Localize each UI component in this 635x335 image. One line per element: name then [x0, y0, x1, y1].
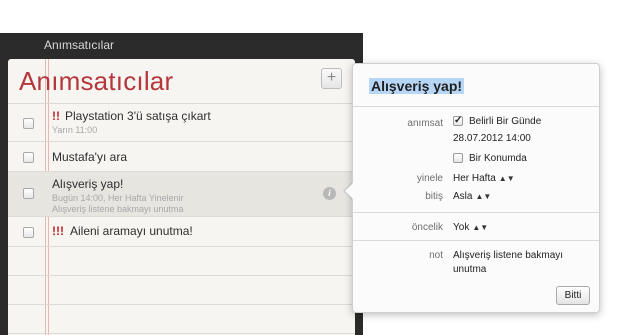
at-location-label: Bir Konumda: [469, 153, 527, 164]
add-reminder-button[interactable]: +: [321, 68, 342, 89]
reminder-due: Yarın 11:00: [52, 125, 98, 135]
list-title: Anımsatıcılar: [19, 66, 174, 96]
end-value: Asla: [453, 191, 473, 202]
priority-marker: !!: [52, 109, 60, 123]
info-icon[interactable]: i: [323, 187, 336, 200]
priority-label: öncelik: [411, 222, 443, 233]
stepper-icon: ▲▼: [475, 192, 492, 201]
priority-value: Yok: [453, 222, 470, 233]
list-item[interactable]: !! Playstation 3'ü satışa çıkart Yarın 1…: [8, 104, 355, 142]
done-button[interactable]: Bitti: [556, 286, 590, 305]
reminder-title[interactable]: Mustafa'yı ara: [52, 150, 127, 164]
empty-row: [8, 276, 355, 305]
repeat-value: Her Hafta: [453, 173, 496, 184]
reminder-list: Anımsatıcılar + !! Playstation 3'ü satış…: [8, 59, 355, 335]
reminder-detail-popover: Alışveriş yap! anımsat ✓ Belirli Bir Gün…: [352, 63, 600, 313]
empty-row: [8, 247, 355, 276]
divider: [353, 106, 599, 107]
note-line-2[interactable]: unutma: [453, 264, 486, 275]
remind-label: anımsat: [407, 118, 443, 129]
note-label: not: [429, 250, 443, 261]
repeat-label: yinele: [416, 173, 443, 184]
reminders-window: Anımsatıcılar Anımsatıcılar + !! Playsta…: [0, 33, 363, 335]
list-item[interactable]: !!! Aileni aramayı unutma!: [8, 217, 355, 247]
date-time-field[interactable]: 28.07.2012 14:00: [453, 133, 531, 144]
popover-arrow: [345, 182, 354, 200]
detail-title-field[interactable]: Alışveriş yap!: [369, 78, 465, 94]
reminder-title[interactable]: Alışveriş yap!: [52, 177, 123, 191]
repeat-select[interactable]: Her Hafta ▲▼: [453, 173, 515, 184]
priority-select[interactable]: Yok ▲▼: [453, 222, 488, 233]
window-title: Anımsatıcılar: [44, 38, 115, 52]
list-item[interactable]: Mustafa'yı ara: [8, 142, 355, 172]
at-location-checkbox[interactable]: [453, 153, 463, 163]
end-select[interactable]: Asla ▲▼: [453, 191, 491, 202]
list-item-selected[interactable]: Alışveriş yap! Bugün 14:00, Her Hafta Yi…: [8, 172, 355, 217]
complete-checkbox[interactable]: [23, 188, 34, 199]
note-line-1[interactable]: Alışveriş listene bakmayı: [453, 250, 563, 261]
divider: [353, 212, 599, 213]
reminder-note: Alışveriş listene bakmayı unutma: [52, 204, 184, 214]
divider: [353, 240, 599, 241]
end-label: bitiş: [425, 191, 443, 202]
reminder-title[interactable]: Aileni aramayı unutma!: [70, 224, 193, 238]
priority-marker: !!!: [52, 224, 64, 238]
stepper-icon: ▲▼: [498, 174, 515, 183]
stepper-icon: ▲▼: [472, 223, 489, 232]
complete-checkbox[interactable]: [23, 227, 34, 238]
complete-checkbox[interactable]: [23, 152, 34, 163]
on-day-label: Belirli Bir Günde: [469, 116, 542, 127]
reminder-due: Bugün 14:00, Her Hafta Yinelenir: [52, 193, 184, 203]
reminder-title[interactable]: Playstation 3'ü satışa çıkart: [65, 109, 211, 123]
complete-checkbox[interactable]: [23, 118, 34, 129]
empty-row: [8, 305, 355, 334]
on-day-checkbox[interactable]: ✓: [453, 116, 463, 126]
